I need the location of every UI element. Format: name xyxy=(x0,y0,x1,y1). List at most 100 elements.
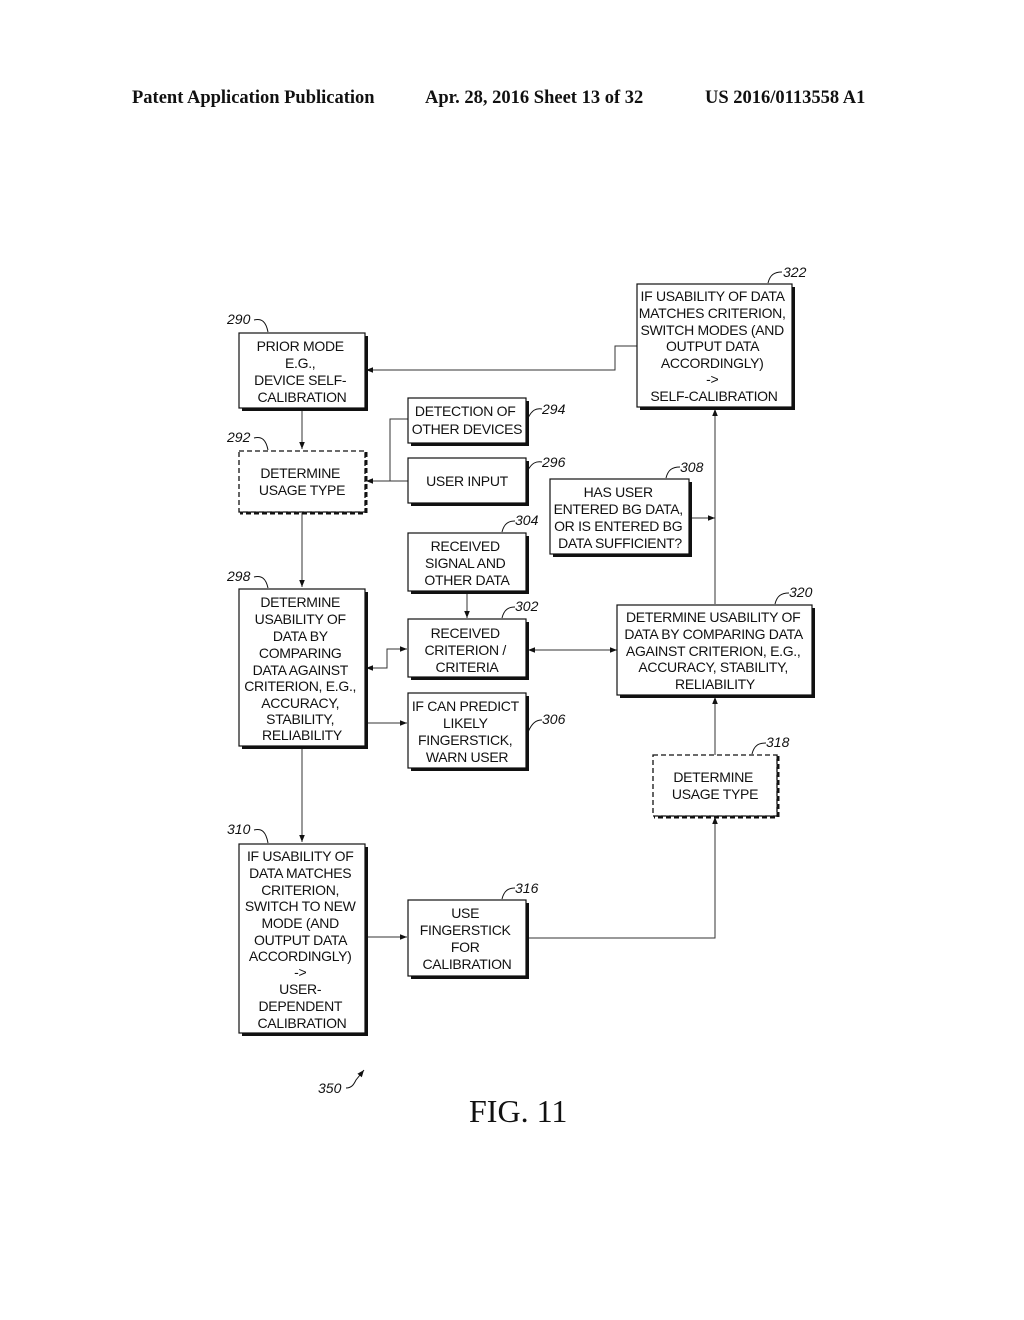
leader-306 xyxy=(527,719,543,733)
connector-298-302 xyxy=(366,646,407,671)
leader-294 xyxy=(527,408,543,419)
figure-caption: FIG. 11 xyxy=(469,1093,567,1129)
box-316-line: FOR xyxy=(451,939,480,955)
box-302: RECEIVED CRITERION / CRITERIA 302 xyxy=(407,598,539,680)
box-306-line: FINGERSTICK, xyxy=(418,732,512,748)
box-292: DETERMINE USAGE TYPE 292 xyxy=(226,429,368,515)
box-310-line: DEPENDENT xyxy=(259,998,343,1014)
box-322-line: -> xyxy=(706,371,718,387)
leader-298 xyxy=(253,576,269,589)
box-298: DETERMINE USABILITY OF DATA BY COMPARING… xyxy=(226,568,368,749)
leader-322 xyxy=(767,271,783,284)
connector-322-290 xyxy=(366,345,637,373)
box-310-line: CRITERION, xyxy=(261,882,339,898)
box-304-line: RECEIVED xyxy=(431,538,500,554)
box-310-line: -> xyxy=(294,964,306,980)
box-290-line: CALIBRATION xyxy=(257,389,346,405)
box-310-line: DATA MATCHES xyxy=(249,865,351,881)
svg-text:IF USABILITY OF DATA MAT: IF USABILITY OF DATA MATCHES CRITERION, … xyxy=(245,848,359,1031)
ref-320: 320 xyxy=(789,584,813,600)
ref-294: 294 xyxy=(541,401,566,417)
box-294-line: DETECTION OF xyxy=(415,403,516,419)
box-292-line: USAGE TYPE xyxy=(259,482,345,498)
box-296-line: USER INPUT xyxy=(426,473,509,489)
box-308-line: DATA SUFFICIENT? xyxy=(558,535,682,551)
box-298-line: STABILITY, xyxy=(266,711,334,727)
box-296: USER INPUT 296 xyxy=(407,454,566,506)
box-304-line: OTHER DATA xyxy=(424,572,510,588)
box-298-line: DETERMINE xyxy=(260,594,340,610)
box-320-line: DATA BY COMPARING DATA xyxy=(624,626,804,642)
ref-304: 304 xyxy=(515,512,539,528)
box-298-line: DATA AGAINST xyxy=(253,662,349,678)
leader-304 xyxy=(501,520,516,533)
box-310-line: OUTPUT DATA xyxy=(254,932,348,948)
box-292-line: DETERMINE xyxy=(260,465,340,481)
box-308-line: HAS USER xyxy=(584,484,653,500)
box-302-line: RECEIVED xyxy=(431,625,500,641)
svg-text:USER INPUT: USER INPUT xyxy=(426,473,509,489)
ref-316: 316 xyxy=(515,880,539,896)
ref-298: 298 xyxy=(226,568,251,584)
box-322: IF USABILITY OF DATA MATCHES CRITERION, … xyxy=(636,264,807,410)
box-298-line: USABILITY OF xyxy=(255,611,346,627)
box-310-line: MODE (AND xyxy=(261,915,339,931)
box-318-line: DETERMINE xyxy=(673,769,753,785)
box-290-line: DEVICE SELF- xyxy=(254,372,347,388)
leader-308 xyxy=(665,466,681,479)
box-310: IF USABILITY OF DATA MATCHES CRITERION, … xyxy=(227,821,368,1036)
box-322-line: SELF-CALIBRATION xyxy=(650,388,777,404)
box-320-line: ACCURACY, STABILITY, xyxy=(638,659,788,675)
ref-310: 310 xyxy=(227,821,251,837)
ref-318: 318 xyxy=(766,734,790,750)
box-298-line: ACCURACY, xyxy=(261,695,339,711)
box-306: IF CAN PREDICT LIKELY FINGERSTICK, WARN … xyxy=(407,692,566,771)
ref-290: 290 xyxy=(226,311,251,327)
leader-316 xyxy=(501,887,516,900)
box-290-line: PRIOR MODE xyxy=(257,338,344,354)
svg-text:DETERMINE USAGE TYPE: DETERMINE USAGE TYPE xyxy=(259,465,345,498)
leader-320 xyxy=(774,592,790,605)
box-306-line: LIKELY xyxy=(443,715,489,731)
box-294: DETECTION OF OTHER DEVICES 294 xyxy=(407,397,566,446)
svg-text:IF CAN PREDICT LIKELY: IF CAN PREDICT LIKELY FINGERSTICK, WARN … xyxy=(412,698,522,765)
box-298-line: DATA BY xyxy=(273,628,329,644)
flowchart-diagram: PRIOR MODE E.G., DEVICE SELF- CALIBRATIO… xyxy=(226,264,815,1129)
box-322-line: ACCORDINGLY) xyxy=(661,355,764,371)
box-320-line: RELIABILITY xyxy=(675,676,756,692)
box-316-line: CALIBRATION xyxy=(422,956,511,972)
box-308: HAS USER ENTERED BG DATA, OR IS ENTERED … xyxy=(549,459,704,557)
box-322-line: MATCHES CRITERION, xyxy=(639,305,786,321)
ref-322: 322 xyxy=(783,264,807,280)
leader-292 xyxy=(253,437,269,451)
box-316: USE FINGERSTICK FOR CALIBRATION 316 xyxy=(407,880,539,979)
box-304: RECEIVED SIGNAL AND OTHER DATA 304 xyxy=(407,512,539,594)
box-308-line: ENTERED BG DATA, xyxy=(554,501,683,517)
box-298-line: COMPARING xyxy=(259,645,342,661)
box-316-line: USE xyxy=(451,905,479,921)
box-298-line: CRITERION, E.G., xyxy=(244,678,356,694)
ref-308: 308 xyxy=(680,459,704,475)
ref-350: 350 xyxy=(318,1080,342,1096)
svg-text:DETERMINE USAGE TYPE: DETERMINE USAGE TYPE xyxy=(672,769,758,802)
svg-text:PRIOR MODE E.G., D: PRIOR MODE E.G., DEVICE SELF- CALIBRATIO… xyxy=(254,338,350,405)
box-302-line: CRITERION / xyxy=(424,642,506,658)
overall-reference: 350 xyxy=(318,1069,365,1096)
box-322-line: SWITCH MODES (AND xyxy=(640,322,784,338)
leader-310 xyxy=(253,829,269,844)
box-322-line: OUTPUT DATA xyxy=(666,338,760,354)
leader-318 xyxy=(751,742,767,755)
ref-306: 306 xyxy=(542,711,566,727)
box-302-line: CRITERIA xyxy=(436,659,500,675)
box-320: DETERMINE USABILITY OF DATA BY COMPARING… xyxy=(616,584,815,698)
box-310-line: IF USABILITY OF xyxy=(247,848,354,864)
leader-350 xyxy=(345,1069,365,1089)
ref-292: 292 xyxy=(226,429,251,445)
svg-text:RECEIVED SIGNAL AND: RECEIVED SIGNAL AND OTHER DATA xyxy=(424,538,510,588)
ref-296: 296 xyxy=(541,454,566,470)
box-290-line: E.G., xyxy=(285,355,315,371)
svg-text:RECEIVED CRITERION /: RECEIVED CRITERION / CRITERIA xyxy=(424,625,509,675)
box-310-line: CALIBRATION xyxy=(257,1015,346,1031)
leader-290 xyxy=(253,319,269,333)
connector-294-292 xyxy=(389,418,408,481)
